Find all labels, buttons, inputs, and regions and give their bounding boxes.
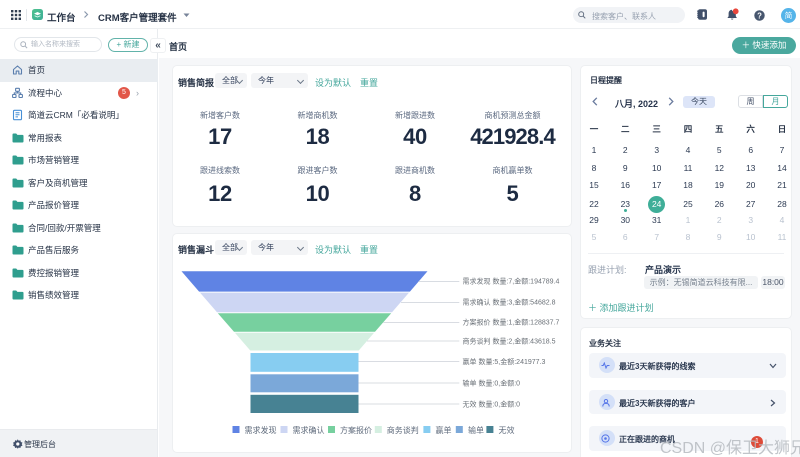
svg-text:赢单: 赢单 xyxy=(436,425,452,435)
svg-text:无效: 无效 xyxy=(499,425,515,435)
svg-text:需求发现: 需求发现 xyxy=(245,425,277,435)
svg-text:输单 数量:0,金额:0: 输单 数量:0,金额:0 xyxy=(463,379,521,388)
svg-text:需求确认: 需求确认 xyxy=(293,425,325,435)
svg-text:方案报价 数量:1,金额:128837.7: 方案报价 数量:1,金额:128837.7 xyxy=(463,318,560,327)
svg-text:赢单 数量:5,金额:241977.3: 赢单 数量:5,金额:241977.3 xyxy=(463,357,546,366)
svg-text:方案报价: 方案报价 xyxy=(340,425,372,435)
svg-text:?: ? xyxy=(757,11,762,20)
svg-text:需求确认 数量:3,金额:54682.8: 需求确认 数量:3,金额:54682.8 xyxy=(463,298,556,307)
svg-text:需求发现 数量:7,金额:194789.4: 需求发现 数量:7,金额:194789.4 xyxy=(463,277,560,286)
svg-text:输单: 输单 xyxy=(468,425,484,435)
svg-text:商务谈判: 商务谈判 xyxy=(387,425,419,435)
svg-text:无效 数量:0,金额:0: 无效 数量:0,金额:0 xyxy=(463,400,521,409)
svg-text:商务谈判 数量:2,金额:43618.5: 商务谈判 数量:2,金额:43618.5 xyxy=(463,337,556,346)
